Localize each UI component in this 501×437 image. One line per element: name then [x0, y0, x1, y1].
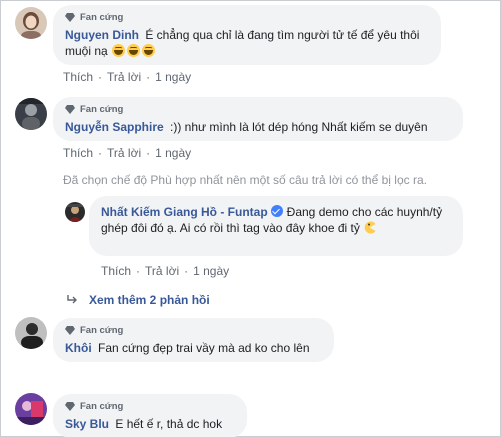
fan-badge: Fan cứng [65, 103, 451, 116]
separator: · [136, 264, 141, 278]
commenter-name[interactable]: Sky Blu [65, 417, 109, 431]
timestamp[interactable]: 1 ngày [155, 146, 191, 160]
avatar-image [15, 98, 47, 130]
like-button[interactable]: Thích [101, 264, 131, 278]
fan-badge-label: Fan cứng [80, 103, 124, 115]
avatar-image [15, 393, 47, 425]
avatar-image [15, 7, 47, 39]
see-more-label: Xem thêm 2 phản hồi [89, 293, 210, 307]
diamond-icon [65, 326, 75, 335]
commenter-name[interactable]: Nguyễn Sapphire [65, 120, 164, 134]
laughing-emoji-icon [112, 44, 126, 57]
timestamp[interactable]: 1 ngày [193, 264, 229, 278]
comment-bubble: Fan cứng Nguyễn Sapphire :)) như mình là… [53, 97, 463, 141]
comment-actions: Thích · Trả lời · 1 ngày [63, 70, 191, 84]
laughing-emoji-icon [142, 44, 156, 57]
filter-notice: Đã chọn chế độ Phù hợp nhất nên một số c… [63, 173, 427, 187]
separator: · [146, 146, 151, 160]
avatar-image [65, 202, 85, 222]
reply-bubble: Nhất Kiếm Giang Hồ - Funtap Đang demo cho… [89, 196, 463, 256]
fan-badge-label: Fan cứng [80, 11, 124, 23]
avatar[interactable] [15, 7, 47, 39]
diamond-icon [65, 13, 75, 22]
separator: · [98, 70, 103, 84]
fan-badge: Fan cứng [65, 11, 429, 24]
fan-badge: Fan cứng [65, 400, 235, 413]
fan-badge: Fan cứng [65, 324, 322, 337]
commenter-name[interactable]: Nguyen Dinh [65, 28, 139, 42]
laughing-emoji-icon [127, 44, 141, 57]
verified-badge-icon [270, 205, 283, 217]
diamond-icon [65, 105, 75, 114]
avatar-image [15, 317, 47, 349]
timestamp[interactable]: 1 ngày [155, 70, 191, 84]
separator: · [146, 70, 151, 84]
reply-arrow-icon [67, 295, 77, 304]
comment-bubble: Fan cứng Sky Blu E hết ế r, thả dc hok [53, 394, 247, 437]
comment-text: Fan cứng đẹp trai vầy mà ad ko cho lên [94, 341, 310, 355]
reply-button[interactable]: Trả lời [107, 70, 141, 84]
comment-text: :)) như mình là lót dép hóng Nhất kiếm s… [166, 120, 428, 134]
comment-bubble: Fan cứng Khôi Fan cứng đẹp trai vầy mà a… [53, 318, 334, 362]
reply-actions: Thích · Trả lời · 1 ngày [101, 264, 229, 278]
reply-button[interactable]: Trả lời [107, 146, 141, 160]
comment-actions: Thích · Trả lời · 1 ngày [63, 146, 191, 160]
page-name[interactable]: Nhất Kiếm Giang Hồ - Funtap [101, 205, 268, 219]
fan-badge-label: Fan cứng [80, 400, 124, 412]
commenter-name[interactable]: Khôi [65, 341, 92, 355]
comment-text: E hết ế r, thả dc hok [112, 417, 223, 431]
page-avatar[interactable] [65, 202, 85, 222]
avatar[interactable] [15, 98, 47, 130]
like-button[interactable]: Thích [63, 70, 93, 84]
reply-button[interactable]: Trả lời [145, 264, 179, 278]
avatar[interactable] [15, 317, 47, 349]
comment-bubble: Fan cứng Nguyen Dinh É chẳng qua chỉ là … [53, 5, 441, 65]
like-button[interactable]: Thích [63, 146, 93, 160]
separator: · [184, 264, 189, 278]
separator: · [98, 146, 103, 160]
pacman-emoji-icon [364, 221, 376, 234]
fan-badge-label: Fan cứng [80, 324, 124, 336]
avatar[interactable] [15, 393, 47, 425]
see-more-replies-link[interactable]: Xem thêm 2 phản hồi [67, 293, 210, 307]
diamond-icon [65, 402, 75, 411]
